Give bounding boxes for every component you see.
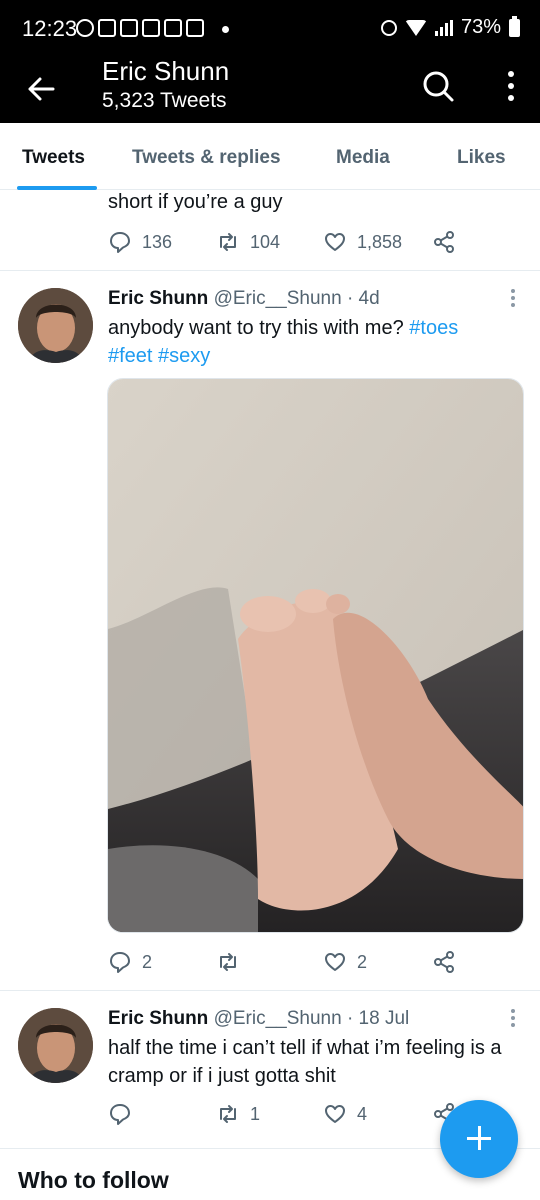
reply-button[interactable]: 136 — [108, 230, 172, 254]
like-button[interactable]: 4 — [323, 1102, 367, 1126]
profile-header: Eric Shunn 5,323 Tweets — [0, 56, 540, 123]
tweet-header: Eric Shunn @Eric__Shunn · 18 Jul — [108, 1008, 409, 1030]
status-bar: 12:23 73% — [0, 0, 540, 60]
mail-icon — [120, 19, 138, 37]
avatar-image — [18, 1008, 93, 1083]
tweet-count: 5,323 Tweets — [102, 89, 227, 112]
like-icon — [325, 1105, 345, 1123]
reply-button[interactable] — [108, 1102, 142, 1126]
active-tab-indicator — [17, 186, 97, 190]
whatsapp-icon — [76, 19, 94, 37]
profile-tabs: Tweets Tweets & replies Media Likes — [0, 123, 540, 190]
hashtag-sexy[interactable]: #sexy — [158, 345, 210, 367]
retweet-count: 1 — [250, 1103, 261, 1124]
tweet-text: short if you’re a guy — [108, 191, 283, 213]
back-arrow-icon[interactable] — [26, 74, 56, 104]
retweet-icon — [220, 1105, 236, 1123]
reply-icon — [110, 952, 130, 973]
like-icon — [325, 233, 345, 251]
divider — [0, 270, 540, 271]
battery-icon — [509, 15, 520, 37]
reply-count: 136 — [142, 231, 173, 252]
feet-photo — [108, 379, 523, 932]
alarm-icon — [380, 19, 397, 36]
status-right: 73% — [380, 15, 520, 39]
reply-icon — [110, 1104, 130, 1125]
reply-button[interactable]: 2 — [108, 950, 152, 974]
like-count: 4 — [357, 1103, 368, 1124]
tweet-body: anybody want to try this with me? — [108, 317, 404, 339]
tab-likes[interactable]: Likes — [457, 147, 506, 169]
tweet-handle[interactable]: @Eric__Shunn — [214, 288, 342, 309]
tweet-time: · 4d — [346, 288, 380, 309]
reply-count: 2 — [142, 951, 153, 972]
tab-tweets[interactable]: Tweets — [22, 147, 85, 169]
profile-title: Eric Shunn 5,323 Tweets — [102, 54, 229, 114]
tweet-more-icon[interactable] — [510, 1008, 516, 1028]
tweet-actions: 2 2 — [108, 950, 468, 974]
share-icon — [434, 951, 454, 973]
retweet-count: 104 — [250, 231, 281, 252]
tab-tweets-replies[interactable]: Tweets & replies — [132, 147, 281, 169]
tweet-actions: 1 4 — [108, 1102, 468, 1126]
signal-icon — [434, 19, 453, 36]
share-button[interactable] — [432, 230, 456, 254]
tweet-handle[interactable]: @Eric__Shunn — [214, 1008, 342, 1029]
tweet-actions: 136 104 1,858 — [108, 230, 468, 254]
retweet-button[interactable]: 104 — [216, 230, 280, 254]
tweet-more-icon[interactable] — [510, 288, 516, 308]
tweet-author[interactable]: Eric Shunn — [108, 1008, 208, 1029]
battery-percent: 73% — [460, 16, 501, 38]
search-icon[interactable] — [420, 68, 456, 104]
retweet-icon — [220, 953, 236, 971]
who-to-follow-heading: Who to follow — [18, 1167, 169, 1193]
tab-media[interactable]: Media — [336, 147, 390, 169]
instagram-icon — [98, 19, 116, 37]
reply-icon — [110, 232, 130, 253]
instagram-icon — [186, 19, 204, 37]
tweet-media-image[interactable] — [107, 378, 524, 933]
avatar[interactable] — [18, 288, 93, 363]
retweet-icon — [220, 233, 236, 251]
tweet-header: Eric Shunn @Eric__Shunn · 4d — [108, 288, 380, 310]
avatar-image — [18, 288, 93, 363]
more-vertical-icon[interactable] — [506, 70, 516, 102]
avatar[interactable] — [18, 1008, 93, 1083]
tweet-text: half the time i can’t tell if what i’m f… — [108, 1037, 502, 1087]
retweet-button[interactable]: 1 — [216, 1102, 260, 1126]
profile-name: Eric Shunn — [102, 56, 230, 86]
like-button[interactable]: 1,858 — [323, 230, 402, 254]
like-button[interactable]: 2 — [323, 950, 367, 974]
tweet-time: · 18 Jul — [346, 1008, 410, 1029]
status-time: 12:23 — [22, 16, 78, 41]
hashtag-feet[interactable]: #feet — [108, 345, 152, 367]
instagram-icon — [164, 19, 182, 37]
like-count: 1,858 — [357, 231, 403, 252]
like-count: 2 — [357, 951, 368, 972]
share-button[interactable] — [432, 950, 456, 974]
divider — [0, 990, 540, 991]
share-icon — [434, 231, 454, 253]
like-icon — [325, 953, 345, 971]
tweet-author[interactable]: Eric Shunn — [108, 288, 208, 309]
notification-icons — [76, 19, 204, 37]
tweet-text: anybody want to try this with me? #toes … — [108, 314, 518, 370]
hashtag-toes[interactable]: #toes — [409, 317, 458, 339]
wifi-icon — [404, 19, 427, 36]
compose-button[interactable] — [440, 1100, 518, 1178]
more-notifications-dot — [222, 26, 229, 33]
instagram-icon — [142, 19, 160, 37]
retweet-button[interactable] — [216, 950, 250, 974]
